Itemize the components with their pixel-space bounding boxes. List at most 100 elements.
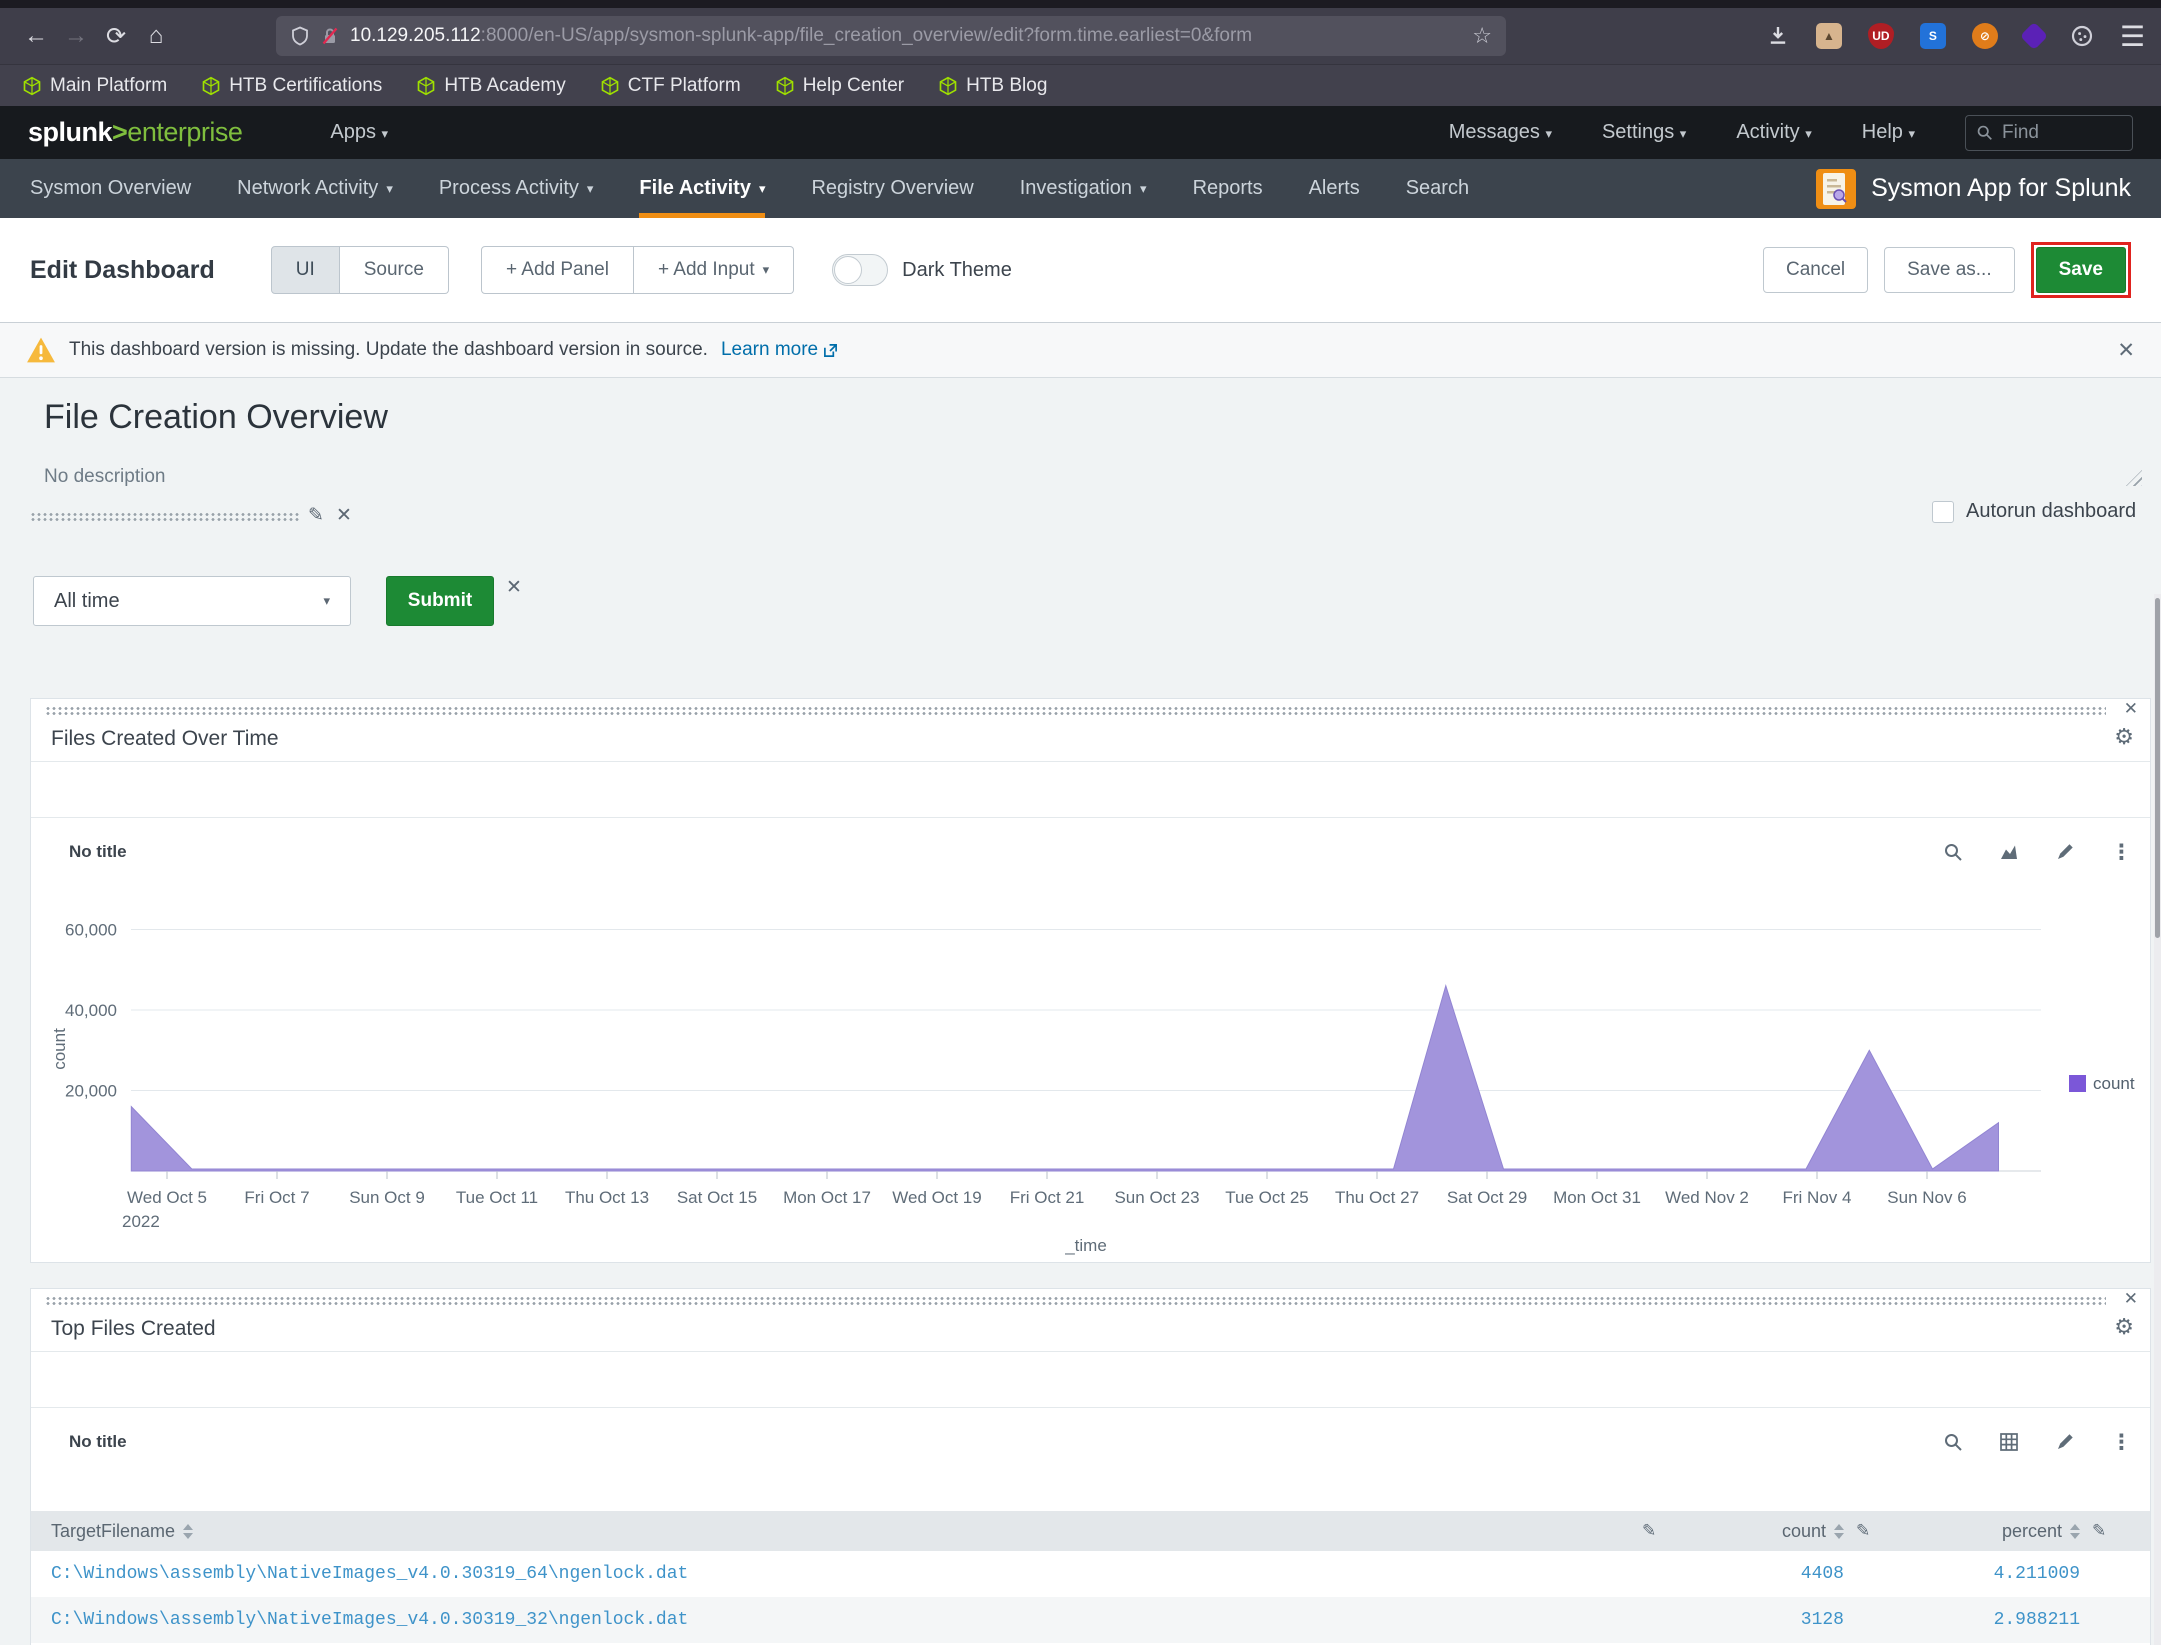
insecure-lock-icon[interactable]: [320, 26, 340, 46]
shield-icon[interactable]: [290, 26, 310, 46]
format-brush-icon[interactable]: [2055, 1432, 2075, 1452]
kebab-menu-icon[interactable]: ⋮: [2111, 840, 2132, 864]
remove-input-icon[interactable]: ✕: [336, 504, 352, 527]
column-header-percent[interactable]: percent: [1906, 1521, 2086, 1542]
find-search-input[interactable]: Find: [1965, 115, 2133, 151]
edit-input-icon[interactable]: ✎: [308, 504, 324, 527]
blocker-extension-icon[interactable]: ⊘: [1972, 23, 1998, 49]
cookie-icon[interactable]: [2070, 24, 2094, 48]
divider: [31, 1407, 2150, 1408]
nav-item-registry-overview[interactable]: Registry Overview: [811, 159, 973, 218]
bookmark-item[interactable]: Main Platform: [22, 75, 167, 97]
column-edit-icon[interactable]: ✎: [2086, 1521, 2150, 1541]
downloads-icon[interactable]: [1766, 24, 1790, 48]
panel-title[interactable]: Top Files Created: [51, 1317, 216, 1341]
bookmark-item[interactable]: Help Center: [775, 75, 904, 97]
url-bar[interactable]: 10.129.205.112:8000/en-US/app/sysmon-spl…: [276, 16, 1506, 56]
sort-icon[interactable]: [1834, 1524, 1844, 1539]
bookmark-star-icon[interactable]: ☆: [1472, 23, 1492, 49]
table-type-icon[interactable]: [1999, 1432, 2019, 1452]
dark-theme-toggle[interactable]: [832, 254, 888, 286]
cell-percent[interactable]: 2.988211: [1906, 1610, 2086, 1630]
splunk-logo[interactable]: splunk>enterprise: [28, 117, 242, 148]
ui-tab[interactable]: UI: [271, 246, 340, 294]
learn-more-link[interactable]: Learn more: [721, 339, 838, 361]
app-title: Sysmon App for Splunk: [1871, 174, 2131, 203]
fieldset-drag-handle[interactable]: [30, 512, 300, 522]
menu-activity[interactable]: Activity ▾: [1736, 121, 1811, 144]
cell-target-filename[interactable]: C:\Windows\assembly\NativeImages_v4.0.30…: [31, 1610, 1636, 1630]
column-edit-icon[interactable]: ✎: [1850, 1521, 1906, 1541]
panel-drag-handle[interactable]: [45, 1296, 2106, 1306]
add-panel-button[interactable]: + Add Panel: [481, 246, 634, 294]
menu-help[interactable]: Help ▾: [1862, 121, 1915, 144]
search-icon[interactable]: [1943, 842, 1963, 862]
sort-icon[interactable]: [183, 1524, 193, 1539]
caret-down-icon: ▾: [386, 181, 393, 197]
resize-grip[interactable]: [2126, 470, 2142, 486]
gear-icon[interactable]: ⚙: [2114, 1315, 2134, 1340]
format-brush-icon[interactable]: [2055, 842, 2075, 862]
shield-extension-icon[interactable]: UD: [1868, 23, 1894, 49]
cell-target-filename[interactable]: C:\Windows\assembly\NativeImages_v4.0.30…: [31, 1564, 1636, 1584]
column-edit-icon[interactable]: ✎: [1636, 1521, 1700, 1541]
remove-submit-icon[interactable]: ✕: [506, 576, 522, 599]
chart-type-icon[interactable]: [1999, 842, 2019, 862]
kebab-menu-icon[interactable]: ⋮: [2111, 1430, 2132, 1454]
menu-messages[interactable]: Messages ▾: [1449, 121, 1552, 144]
search-icon[interactable]: [1943, 1432, 1963, 1452]
cell-count[interactable]: 3128: [1700, 1610, 1850, 1630]
banner-close-icon[interactable]: ✕: [2117, 338, 2135, 363]
page-title[interactable]: File Creation Overview: [44, 398, 388, 437]
nav-item-network-activity[interactable]: Network Activity ▾: [237, 159, 393, 218]
panel-close-icon[interactable]: ✕: [2124, 699, 2138, 719]
cell-count[interactable]: 4408: [1700, 1564, 1850, 1584]
bookmark-item[interactable]: HTB Blog: [938, 75, 1047, 97]
panel-title[interactable]: Files Created Over Time: [51, 727, 279, 751]
column-header-targetfilename[interactable]: TargetFilename: [31, 1521, 1636, 1542]
files-created-chart[interactable]: 20,00040,00060,000Wed Oct 52022Fri Oct 7…: [31, 879, 2150, 1263]
save-button[interactable]: Save: [2036, 247, 2126, 293]
nav-item-search[interactable]: Search: [1406, 159, 1469, 218]
nav-item-reports[interactable]: Reports: [1193, 159, 1263, 218]
gem-extension-icon[interactable]: [2020, 22, 2048, 50]
bookmark-label: Help Center: [803, 75, 904, 97]
scrollbar-thumb[interactable]: [2155, 598, 2160, 938]
add-input-button[interactable]: + Add Input▾: [634, 246, 794, 294]
nav-item-sysmon-overview[interactable]: Sysmon Overview: [30, 159, 191, 218]
source-tab[interactable]: Source: [340, 246, 449, 294]
bookmark-item[interactable]: HTB Certifications: [201, 75, 382, 97]
page-description[interactable]: No description: [44, 466, 165, 488]
cancel-button[interactable]: Cancel: [1763, 247, 1868, 293]
sort-icon[interactable]: [2070, 1524, 2080, 1539]
s-extension-icon[interactable]: S: [1920, 23, 1946, 49]
foxyproxy-extension-icon[interactable]: ▲: [1816, 23, 1842, 49]
svg-text:Thu Oct 27: Thu Oct 27: [1335, 1188, 1419, 1207]
nav-item-alerts[interactable]: Alerts: [1309, 159, 1360, 218]
nav-item-process-activity[interactable]: Process Activity ▾: [439, 159, 594, 218]
gear-icon[interactable]: ⚙: [2114, 725, 2134, 750]
home-icon[interactable]: ⌂: [136, 16, 176, 56]
element-title[interactable]: No title: [69, 842, 127, 862]
bookmark-item[interactable]: CTF Platform: [600, 75, 741, 97]
page-scrollbar[interactable]: [2154, 594, 2161, 1645]
apps-menu[interactable]: Apps ▾: [330, 121, 388, 144]
forward-icon[interactable]: →: [56, 16, 96, 56]
autorun-checkbox[interactable]: [1932, 501, 1954, 523]
reload-icon[interactable]: ⟳: [96, 16, 136, 56]
panel-drag-handle[interactable]: [45, 706, 2106, 716]
time-range-picker[interactable]: All time ▾: [33, 576, 351, 626]
submit-button[interactable]: Submit: [386, 576, 494, 626]
panel-close-icon[interactable]: ✕: [2124, 1289, 2138, 1309]
nav-item-file-activity[interactable]: File Activity ▾: [639, 159, 765, 218]
column-header-count[interactable]: count: [1700, 1521, 1850, 1542]
url-text[interactable]: 10.129.205.112:8000/en-US/app/sysmon-spl…: [350, 25, 1462, 47]
back-icon[interactable]: ←: [16, 16, 56, 56]
menu-icon[interactable]: ☰: [2120, 20, 2145, 53]
save-as-button[interactable]: Save as...: [1884, 247, 2015, 293]
bookmark-item[interactable]: HTB Academy: [416, 75, 565, 97]
menu-settings[interactable]: Settings ▾: [1602, 121, 1686, 144]
cell-percent[interactable]: 4.211009: [1906, 1564, 2086, 1584]
element-title[interactable]: No title: [69, 1432, 127, 1452]
nav-item-investigation[interactable]: Investigation ▾: [1020, 159, 1147, 218]
